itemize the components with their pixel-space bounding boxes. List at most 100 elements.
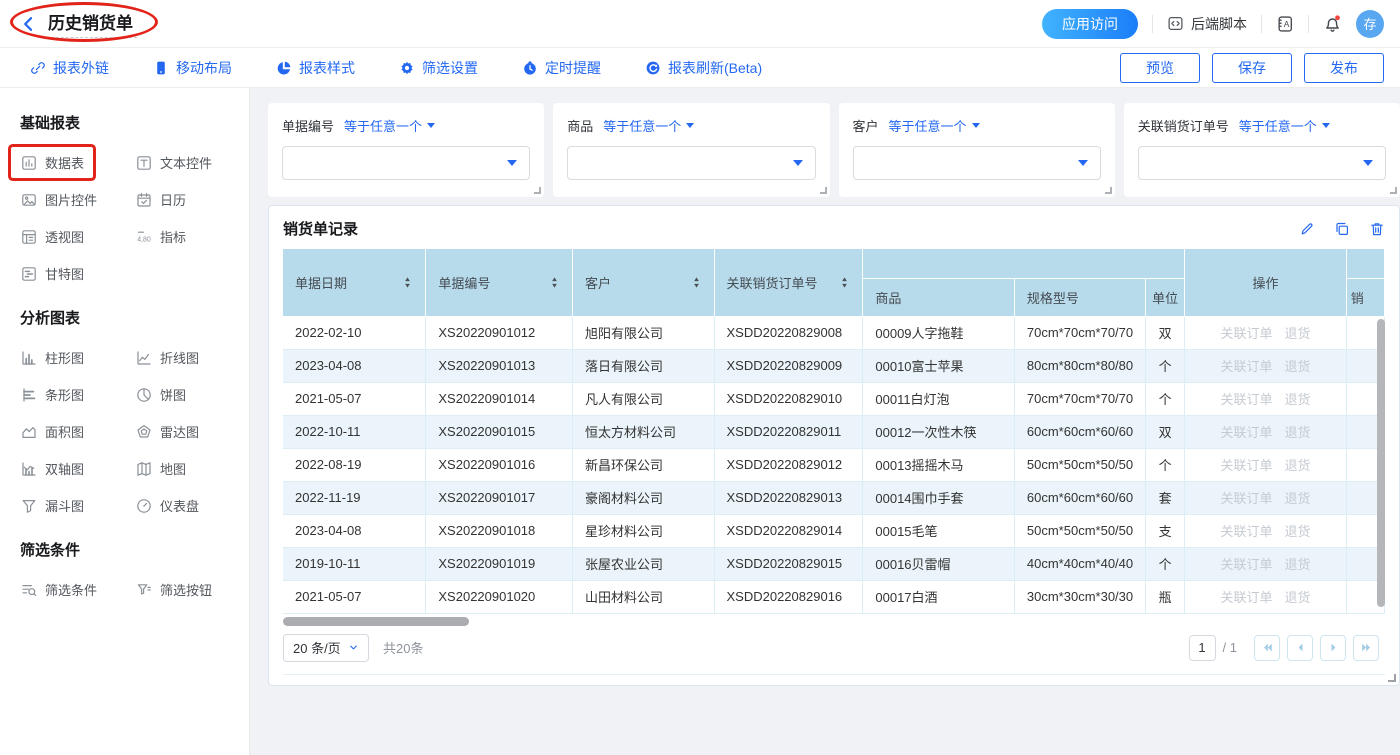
toolbar-item[interactable]: 定时提醒 — [522, 58, 601, 78]
app-access-button[interactable]: 应用访问 — [1042, 9, 1138, 39]
预览-button[interactable]: 预览 — [1120, 53, 1200, 83]
row-action-link[interactable]: 退货 — [1284, 521, 1310, 540]
row-action-link[interactable]: 退货 — [1284, 356, 1310, 375]
table-row[interactable]: 2022-02-10 XS20220901012 旭阳有限公司 XSDD2022… — [283, 316, 1385, 349]
sidebar-item[interactable]: 文本控件 — [135, 153, 212, 172]
sub-column-header[interactable]: 商品 — [863, 278, 1015, 316]
filter-widget-card[interactable]: 单据编号 等于任意一个 — [268, 103, 544, 197]
保存-button[interactable]: 保存 — [1212, 53, 1292, 83]
row-action-link[interactable]: 关联订单 — [1220, 521, 1272, 540]
sidebar-item[interactable]: 筛选条件 — [20, 580, 97, 599]
sidebar-item[interactable]: 柱形图 — [20, 348, 84, 367]
row-action-link[interactable]: 退货 — [1284, 389, 1310, 408]
toolbar-item[interactable]: 移动布局 — [153, 58, 232, 78]
widget-resize-handle[interactable] — [820, 187, 827, 194]
row-action-link[interactable]: 关联订单 — [1220, 389, 1272, 408]
row-action-link[interactable]: 关联订单 — [1220, 455, 1272, 474]
sidebar-item[interactable]: 条形图 — [20, 385, 84, 404]
row-action-link[interactable]: 关联订单 — [1220, 488, 1272, 507]
page-title[interactable]: 历史销货单 — [46, 9, 137, 38]
edit-pencil-icon[interactable] — [1299, 221, 1315, 237]
toolbar-item[interactable]: 报表刷新(Beta) — [645, 58, 762, 78]
row-action-link[interactable]: 关联订单 — [1220, 422, 1272, 441]
sidebar-item[interactable]: 双轴图 — [20, 459, 84, 478]
row-action-link[interactable]: 退货 — [1284, 455, 1310, 474]
table-row[interactable]: 2021-05-07 XS20220901020 山田材料公司 XSDD2022… — [283, 580, 1385, 613]
next-page-button[interactable] — [1320, 635, 1346, 661]
sidebar-item[interactable]: 甘特图 — [20, 264, 84, 283]
widget-resize-handle[interactable] — [1388, 674, 1396, 682]
sidebar-item[interactable]: 4,80指标 — [135, 227, 186, 246]
sidebar-item[interactable]: 地图 — [135, 459, 186, 478]
toolbar-item[interactable]: 报表样式 — [276, 58, 355, 78]
page-size-select[interactable]: 20 条/页 — [283, 634, 369, 662]
sort-icon[interactable] — [402, 276, 413, 289]
sort-icon[interactable] — [839, 276, 850, 289]
sidebar-item[interactable]: 仪表盘 — [135, 496, 199, 515]
table-row[interactable]: 2022-11-19 XS20220901017 豪阁材料公司 XSDD2022… — [283, 481, 1385, 514]
table-row[interactable]: 2022-08-19 XS20220901016 新昌环保公司 XSDD2022… — [283, 448, 1385, 481]
page-number-input[interactable]: 1 — [1189, 635, 1216, 661]
widget-resize-handle[interactable] — [1390, 187, 1397, 194]
table-row[interactable]: 2019-10-11 XS20220901019 张屋农业公司 XSDD2022… — [283, 547, 1385, 580]
widget-resize-handle[interactable] — [1105, 187, 1112, 194]
column-header[interactable]: 单据日期 — [283, 249, 426, 316]
sidebar-item[interactable]: 数据表 — [11, 147, 93, 178]
sidebar-item[interactable]: 饼图 — [135, 385, 186, 404]
row-action-link[interactable]: 退货 — [1284, 554, 1310, 573]
sidebar-item[interactable]: 日历 — [135, 190, 186, 209]
row-action-link[interactable]: 关联订单 — [1220, 323, 1272, 342]
filter-value-select[interactable] — [853, 146, 1101, 180]
sidebar-item[interactable]: 折线图 — [135, 348, 199, 367]
filter-condition-link[interactable]: 等于任意一个 — [1239, 116, 1330, 135]
table-row[interactable]: 2023-04-08 XS20220901018 星珍材料公司 XSDD2022… — [283, 514, 1385, 547]
table-vertical-scrollbar[interactable] — [1377, 319, 1385, 607]
column-header[interactable]: 客户 — [573, 249, 715, 316]
prev-page-button[interactable] — [1287, 635, 1313, 661]
avatar[interactable]: 存 — [1356, 10, 1384, 38]
row-action-link[interactable]: 关联订单 — [1220, 554, 1272, 573]
sidebar-item[interactable]: 透视图 — [20, 227, 84, 246]
table-row[interactable]: 2021-05-07 XS20220901014 凡人有限公司 XSDD2022… — [283, 382, 1385, 415]
sidebar-item[interactable]: 漏斗图 — [20, 496, 84, 515]
trash-icon[interactable] — [1369, 221, 1385, 237]
filter-widget-card[interactable]: 商品 等于任意一个 — [553, 103, 829, 197]
table-horizontal-scrollbar[interactable] — [283, 617, 1385, 626]
filter-condition-link[interactable]: 等于任意一个 — [344, 116, 435, 135]
sub-column-header[interactable]: 规格型号 — [1014, 278, 1145, 316]
row-action-link[interactable]: 退货 — [1284, 587, 1310, 606]
sidebar-item[interactable]: 面积图 — [20, 422, 84, 441]
address-book-icon[interactable]: A — [1276, 15, 1294, 33]
filter-widget-card[interactable]: 客户 等于任意一个 — [839, 103, 1115, 197]
sidebar-item[interactable]: 筛选按钮 — [135, 580, 212, 599]
filter-condition-link[interactable]: 等于任意一个 — [603, 116, 694, 135]
last-page-button[interactable] — [1353, 635, 1379, 661]
notification-bell-icon[interactable] — [1323, 14, 1342, 33]
row-action-link[interactable]: 关联订单 — [1220, 356, 1272, 375]
table-row[interactable]: 2023-04-08 XS20220901013 落日有限公司 XSDD2022… — [283, 349, 1385, 382]
column-header[interactable]: 关联销货订单号 — [714, 249, 863, 316]
filter-widget-card[interactable]: 关联销货订单号 等于任意一个 — [1124, 103, 1400, 197]
发布-button[interactable]: 发布 — [1304, 53, 1384, 83]
toolbar-item[interactable]: 报表外链 — [30, 58, 109, 78]
row-action-link[interactable]: 关联订单 — [1220, 587, 1272, 606]
row-action-link[interactable]: 退货 — [1284, 488, 1310, 507]
backend-script-button[interactable]: 后端脚本 — [1167, 14, 1247, 34]
sub-column-header[interactable]: 单位 — [1146, 278, 1185, 316]
filter-value-select[interactable] — [567, 146, 815, 180]
sort-icon[interactable] — [691, 276, 702, 289]
column-header[interactable]: 单据编号 — [426, 249, 573, 316]
back-button[interactable] — [20, 15, 38, 33]
sort-icon[interactable] — [549, 276, 560, 289]
table-row[interactable]: 2022-10-11 XS20220901015 恒太方材料公司 XSDD202… — [283, 415, 1385, 448]
copy-icon[interactable] — [1334, 221, 1350, 237]
filter-condition-link[interactable]: 等于任意一个 — [889, 116, 980, 135]
filter-value-select[interactable] — [282, 146, 530, 180]
filter-value-select[interactable] — [1138, 146, 1386, 180]
row-action-link[interactable]: 退货 — [1284, 422, 1310, 441]
first-page-button[interactable] — [1254, 635, 1280, 661]
toolbar-item[interactable]: 筛选设置 — [399, 58, 478, 78]
scrollbar-thumb[interactable] — [283, 617, 469, 626]
widget-resize-handle[interactable] — [534, 187, 541, 194]
sidebar-item[interactable]: 雷达图 — [135, 422, 199, 441]
